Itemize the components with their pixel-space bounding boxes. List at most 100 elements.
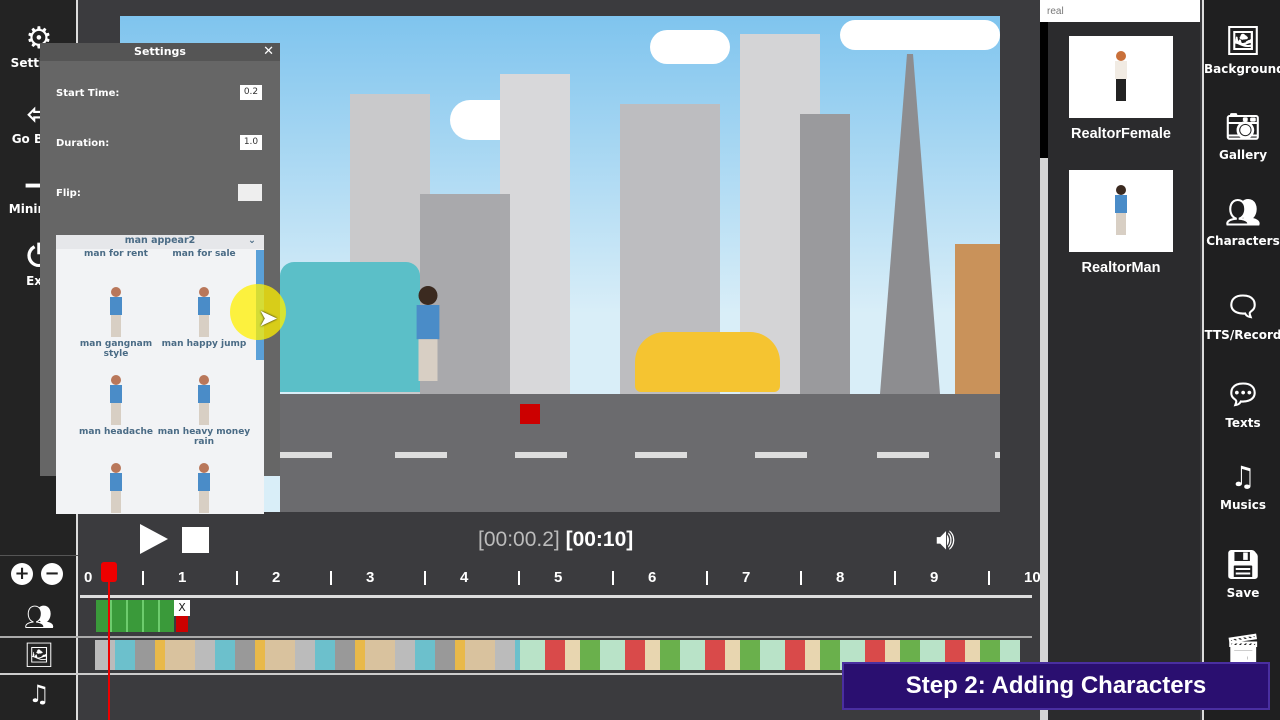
tick-mark [424, 571, 426, 585]
divider [0, 555, 78, 556]
tick-label: 1 [178, 569, 187, 586]
time-display: [00:00.2] [00:10] [478, 528, 634, 551]
toolbar-item-label: Save [1226, 586, 1260, 600]
close-icon[interactable]: ✕ [263, 43, 274, 61]
image-icon: 🖼︎ [1225, 24, 1261, 57]
tick-label: 2 [272, 569, 281, 586]
character-thumbnail [1069, 170, 1173, 252]
asset-scrollbar[interactable] [1040, 22, 1048, 158]
list-item[interactable]: man heavy money rain [156, 375, 252, 447]
colosseum [955, 244, 1000, 394]
dialog-title: Settings [134, 45, 186, 58]
tick-mark [518, 571, 520, 585]
asset-search-input[interactable] [1040, 0, 1200, 22]
volume-icon[interactable]: 🔊︎ [936, 522, 955, 557]
background-clip[interactable] [95, 640, 520, 670]
toolbar-item-tts-record[interactable]: 🗨 TTS/Record [1204, 290, 1280, 342]
tick-mark [236, 571, 238, 585]
duration-input[interactable]: 1.0 [240, 135, 262, 150]
toolbar-item-gallery[interactable]: 📷︎ Gallery [1204, 110, 1280, 162]
right-toolbar: 🖼︎ Backgrounds 📷︎ Gallery 👥︎ Characters 🗨 TTS/R… [1202, 0, 1280, 720]
camera-icon: 📷︎ [1225, 110, 1261, 143]
list-item[interactable]: man gangnam style [68, 287, 164, 359]
realtor-man-character[interactable] [416, 286, 440, 381]
divider [80, 595, 1032, 598]
taxi [635, 332, 780, 392]
toolbar-item-label: Backgrounds [1204, 62, 1280, 76]
dialog-header: Settings ✕ [40, 43, 280, 61]
image-icon: 🖼︎ [23, 641, 55, 669]
list-item[interactable]: man headache [68, 375, 164, 437]
music-icon: ♫ [1230, 460, 1256, 493]
stop-button[interactable] [182, 527, 209, 553]
play-button[interactable] [140, 524, 168, 554]
list-item[interactable]: man for rent [68, 249, 164, 259]
anchor-marker[interactable] [520, 404, 540, 424]
asset-card-realtor-man[interactable]: RealtorMan [1069, 170, 1173, 276]
tick-mark [330, 571, 332, 585]
tick-mark [988, 571, 990, 585]
tick-mark [142, 571, 144, 585]
clip-delete-button[interactable]: X [174, 600, 190, 616]
asset-card-realtor-female[interactable]: RealtorFemale [1069, 36, 1173, 142]
animation-dropdown[interactable]: man appear2 ⌄ [56, 235, 264, 249]
toolbar-item-save[interactable]: 💾︎ Save [1204, 548, 1280, 600]
toolbar-item-label: Musics [1220, 498, 1266, 512]
tick-mark [894, 571, 896, 585]
tick-label: 10 [1024, 569, 1041, 586]
toolbar-item-label: Texts [1225, 416, 1261, 430]
save-icon: 💾︎ [1225, 548, 1261, 581]
music-icon: ♫ [28, 680, 50, 708]
tick-mark [706, 571, 708, 585]
list-item[interactable]: man for sale [156, 249, 252, 259]
tick-label: 4 [460, 569, 469, 586]
zoom-out-button[interactable]: − [41, 563, 63, 585]
mouse-cursor-icon: ➤ [258, 304, 279, 332]
tick-label: 5 [554, 569, 563, 586]
speech-bubble-icon: 💬︎ [1225, 378, 1261, 411]
tick-label: 7 [742, 569, 751, 586]
clip-resize-handle[interactable] [176, 616, 188, 632]
building [500, 74, 570, 394]
toolbar-item-characters[interactable]: 👥︎ Characters [1204, 196, 1280, 248]
list-item[interactable] [156, 463, 252, 514]
people-icon: 👥︎ [1225, 196, 1261, 229]
animation-list[interactable]: man appear2 ⌄ man for rent man for sale m… [56, 235, 264, 514]
video-icon: 🎬︎ [1225, 632, 1261, 665]
tick-label: 9 [930, 569, 939, 586]
cloud [650, 30, 730, 64]
bus [280, 262, 420, 392]
tick-label: 6 [648, 569, 657, 586]
tick-mark [612, 571, 614, 585]
road [280, 394, 1000, 512]
toolbar-item-label: Gallery [1218, 148, 1268, 162]
toolbar-item-backgrounds[interactable]: 🖼︎ Backgrounds [1204, 24, 1280, 76]
chevron-down-icon[interactable]: ⌄ [248, 235, 256, 246]
tick-label: 0 [84, 569, 93, 586]
zoom-in-button[interactable]: + [11, 563, 33, 585]
step-banner: Step 2: Adding Characters [842, 662, 1270, 710]
flip-label: Flip: [56, 188, 81, 199]
tick-label: 8 [836, 569, 845, 586]
divider [0, 636, 1032, 638]
start-time-label: Start Time: [56, 88, 120, 99]
eiffel-tower [880, 54, 940, 394]
tick-label: 3 [366, 569, 375, 586]
toolbar-item-musics[interactable]: ♫ Musics [1204, 460, 1280, 512]
playhead[interactable] [107, 568, 110, 720]
asset-scroll-track[interactable] [1040, 158, 1048, 720]
speech-person-icon: 🗨 [1225, 290, 1261, 323]
tick-mark [800, 571, 802, 585]
list-item[interactable] [68, 463, 164, 514]
start-time-input[interactable]: 0.2 [240, 85, 262, 100]
toolbar-item-label: TTS/Record [1204, 328, 1280, 342]
clock-tower [800, 114, 850, 394]
playhead-handle[interactable] [100, 562, 117, 582]
toolbar-item-texts[interactable]: 💬︎ Texts [1204, 378, 1280, 430]
people-icon: 👥︎ [23, 603, 55, 631]
flip-checkbox[interactable] [238, 184, 262, 201]
toolbar-item-label: Characters [1206, 234, 1280, 248]
character-thumbnail [1069, 36, 1173, 118]
timeline-ruler[interactable]: 0 1 2 3 4 5 6 7 8 9 10 [80, 565, 1041, 593]
cloud [840, 20, 1000, 50]
